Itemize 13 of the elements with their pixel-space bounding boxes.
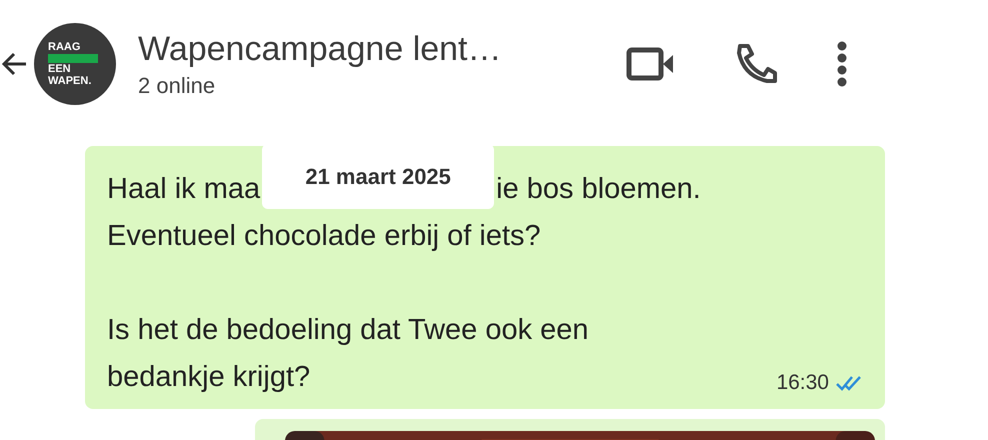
message-text: bedankje krijgt? — [107, 361, 310, 394]
avatar-text: WAPEN. — [48, 76, 92, 86]
message-time: 16:30 — [776, 371, 829, 395]
message-text: Eventueel chocolade erbij of iets? — [107, 220, 541, 253]
chat-title[interactable]: Wapencampagne lent… — [138, 30, 578, 68]
date-badge: 21 maart 2025 — [262, 144, 494, 209]
avatar-text: RAAG — [48, 42, 80, 52]
group-avatar[interactable]: RAAG EEN WAPEN. — [34, 23, 116, 105]
online-status: 2 online — [138, 72, 216, 98]
message-text: ie bos bloemen. — [496, 173, 701, 206]
message-text: Is het de bedoeling dat Twee ook een — [107, 314, 589, 347]
avatar-text: EEN — [48, 64, 71, 74]
message-text: Haal ik maa — [107, 173, 260, 206]
